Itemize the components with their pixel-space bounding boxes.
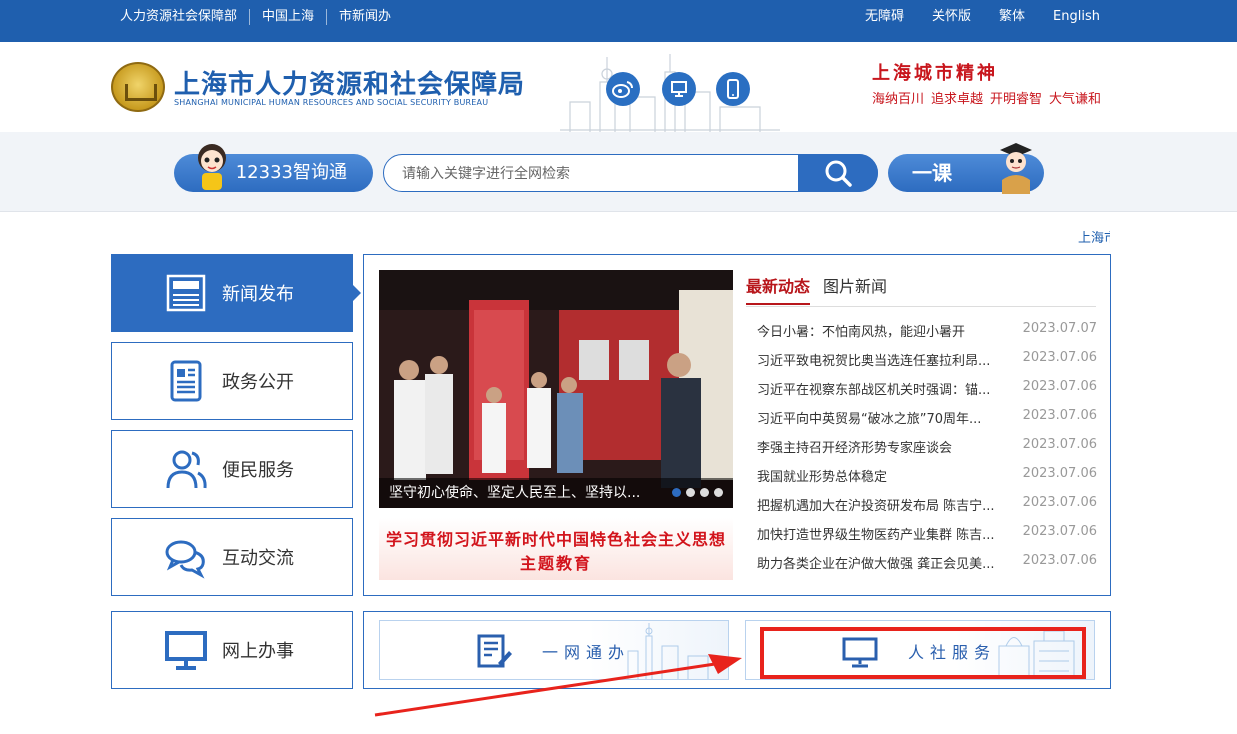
search-input[interactable]	[402, 163, 782, 185]
nav-label: 新闻发布	[222, 284, 294, 305]
news-date: 2023.07.06	[1022, 495, 1097, 510]
weibo-icon[interactable]	[606, 72, 640, 106]
spirit-word: 海纳百川	[872, 92, 925, 107]
link-mohrss[interactable]: 人力资源社会保障部	[120, 9, 249, 25]
list-item[interactable]: 习近平向中英贸易“破冰之旅”70周年... 2023.07.06	[757, 404, 1097, 433]
news-date: 2023.07.06	[1022, 524, 1097, 539]
news-title[interactable]: 把握机遇加大在沪投资研发布局 陈吉宁...	[757, 495, 1012, 514]
carousel-dots	[672, 488, 723, 497]
list-item[interactable]: 李强主持召开经济形势专家座谈会 2023.07.06	[757, 433, 1097, 462]
chat-icon	[165, 540, 205, 579]
news-title[interactable]: 今日小暑：不怕南风热，能迎小暑开	[757, 321, 1012, 340]
news-date: 2023.07.07	[1022, 321, 1097, 336]
top-right-links: 无障碍 关怀版 繁体 English	[865, 9, 1100, 25]
list-item[interactable]: 习近平在视察东部战区机关时强调：锚... 2023.07.06	[757, 375, 1097, 404]
one-lesson-label: 一课	[912, 161, 952, 185]
link-english[interactable]: English	[1053, 9, 1100, 25]
nav-label: 互动交流	[222, 548, 294, 569]
news-list: 今日小暑：不怕南风热，能迎小暑开 2023.07.07 习近平致电祝贺比奥当选连任…	[757, 317, 1097, 578]
city-spirit-words: 海纳百川 追求卓越 开明睿智 大气谦和	[872, 88, 1101, 107]
spirit-word: 大气谦和	[1049, 92, 1102, 107]
carousel-dot[interactable]	[672, 488, 681, 497]
carousel-dot[interactable]	[686, 488, 695, 497]
banner-line-2: 主题教育	[519, 554, 592, 573]
bureau-emblem-icon[interactable]	[111, 62, 165, 112]
site-title-en: SHANGHAI MUNICIPAL HUMAN RESOURCES AND S…	[174, 98, 489, 107]
search-button[interactable]	[798, 154, 878, 192]
nav-news-release[interactable]: 新闻发布	[111, 254, 353, 332]
city-spirit-title: 上海城市精神	[872, 63, 998, 84]
nav-label: 便民服务	[222, 460, 294, 481]
news-date: 2023.07.06	[1022, 408, 1097, 423]
news-photo-carousel[interactable]: 坚守初心使命、坚定人民至上、坚持以...	[379, 270, 733, 508]
document-icon	[170, 360, 202, 402]
list-item[interactable]: 我国就业形势总体稳定 2023.07.06	[757, 462, 1097, 491]
news-title[interactable]: 习近平致电祝贺比奥当选连任塞拉利昂...	[757, 350, 1012, 369]
link-care-version[interactable]: 关怀版	[932, 9, 971, 25]
tab-photo-news[interactable]: 图片新闻	[823, 273, 887, 297]
top-bar: 人力资源社会保障部 中国上海 市新闻办 无障碍 关怀版 繁体 English	[0, 0, 1237, 42]
news-title[interactable]: 加快打造世界级生物医药产业集群 陈吉...	[757, 524, 1012, 543]
spirit-word: 追求卓越	[931, 92, 984, 107]
search-box	[383, 154, 878, 192]
photo-caption-text: 坚守初心使命、坚定人民至上、坚持以...	[389, 485, 641, 501]
news-date: 2023.07.06	[1022, 379, 1097, 394]
link-china-shanghai[interactable]: 中国上海	[249, 9, 326, 25]
carousel-dot[interactable]	[714, 488, 723, 497]
news-title[interactable]: 助力各类企业在沪做大做强 龚正会见美...	[757, 553, 1012, 572]
newspaper-icon	[166, 274, 206, 312]
news-panel: 坚守初心使命、坚定人民至上、坚持以... 学习贯彻习近平新时代中国特色社会主义思…	[363, 254, 1111, 596]
search-band: 12333智询通 一课	[0, 132, 1237, 212]
site-title[interactable]: 上海市人力资源和社会保障局	[174, 64, 525, 101]
teacher-avatar-icon	[1000, 143, 1032, 194]
annotation-arrow-icon	[374, 654, 742, 717]
news-title[interactable]: 习近平向中英贸易“破冰之旅”70周年...	[757, 408, 1012, 427]
list-item[interactable]: 把握机遇加大在沪投资研发布局 陈吉宁... 2023.07.06	[757, 491, 1097, 520]
search-icon	[825, 160, 852, 187]
news-tabs: 最新动态 图片新闻	[746, 269, 1096, 307]
assistant-avatar-icon	[198, 144, 226, 190]
list-item[interactable]: 今日小暑：不怕南风热，能迎小暑开 2023.07.07	[757, 317, 1097, 346]
news-title[interactable]: 我国就业形势总体稳定	[757, 466, 1012, 485]
nav-public-service[interactable]: 便民服务	[111, 430, 353, 508]
notice-ticker[interactable]: 上海市	[1078, 227, 1110, 246]
carousel-dot[interactable]	[700, 488, 709, 497]
spirit-word: 开明睿智	[990, 92, 1043, 107]
list-item[interactable]: 习近平致电祝贺比奥当选连任塞拉利昂... 2023.07.06	[757, 346, 1097, 375]
nav-online-services[interactable]: 网上办事	[111, 611, 353, 689]
users-icon	[166, 450, 207, 489]
site-header: 上海市人力资源和社会保障局 SHANGHAI MUNICIPAL HUMAN R…	[0, 42, 1237, 132]
news-title[interactable]: 习近平在视察东部战区机关时强调：锚...	[757, 379, 1012, 398]
list-item[interactable]: 加快打造世界级生物医药产业集群 陈吉... 2023.07.06	[757, 520, 1097, 549]
theme-education-banner[interactable]: 学习贯彻习近平新时代中国特色社会主义思想 主题教育	[379, 518, 733, 580]
hotline-12333-button[interactable]: 12333智询通	[174, 144, 373, 192]
monitor-icon	[165, 631, 207, 670]
link-accessibility[interactable]: 无障碍	[865, 9, 904, 25]
link-city-news-office[interactable]: 市新闻办	[326, 9, 403, 25]
one-lesson-button[interactable]: 一课	[888, 143, 1044, 194]
monitor-icon[interactable]	[662, 72, 696, 106]
banner-line-1: 学习贯彻习近平新时代中国特色社会主义思想	[385, 530, 726, 549]
hotline-label: 12333智询通	[235, 162, 347, 183]
nav-label: 网上办事	[222, 641, 294, 662]
top-links: 人力资源社会保障部 中国上海 市新闻办	[120, 9, 403, 25]
nav-government-affairs[interactable]: 政务公开	[111, 342, 353, 420]
nav-label: 政务公开	[222, 372, 294, 393]
list-item[interactable]: 助力各类企业在沪做大做强 龚正会见美... 2023.07.06	[757, 549, 1097, 578]
news-date: 2023.07.06	[1022, 553, 1097, 568]
mobile-icon[interactable]	[716, 72, 750, 106]
news-date: 2023.07.06	[1022, 466, 1097, 481]
news-title[interactable]: 李强主持召开经济形势专家座谈会	[757, 437, 1012, 456]
link-traditional-chinese[interactable]: 繁体	[999, 9, 1025, 25]
news-date: 2023.07.06	[1022, 350, 1097, 365]
nav-interaction[interactable]: 互动交流	[111, 518, 353, 596]
highlight-box	[760, 627, 1086, 679]
news-date: 2023.07.06	[1022, 437, 1097, 452]
news-photo-image	[379, 270, 733, 508]
tab-latest-news[interactable]: 最新动态	[746, 273, 811, 305]
